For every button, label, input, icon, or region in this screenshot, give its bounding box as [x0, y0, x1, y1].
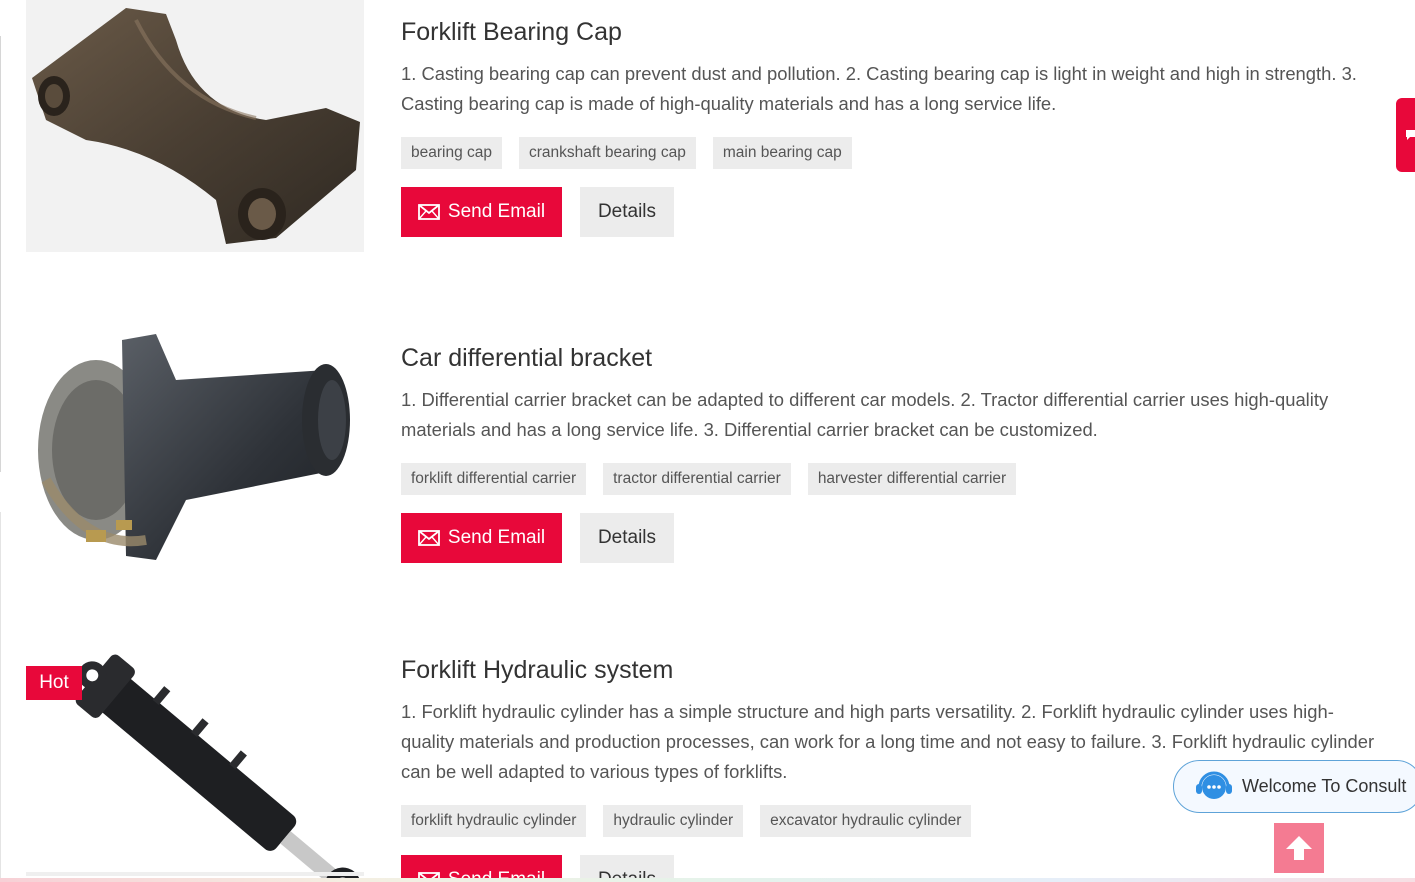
envelope-icon — [418, 530, 440, 546]
chat-bubble-icon — [1406, 130, 1415, 140]
consult-label: Welcome To Consult — [1242, 776, 1407, 796]
product-tag[interactable]: hydraulic cylinder — [603, 805, 744, 837]
bottom-decor-line — [0, 878, 1415, 882]
left-divider — [0, 36, 1, 472]
product-tag[interactable]: tractor differential carrier — [603, 463, 791, 495]
product-tag[interactable]: forklift hydraulic cylinder — [401, 805, 587, 837]
envelope-icon — [418, 204, 440, 220]
product-description: 1. Casting bearing cap can prevent dust … — [401, 63, 1357, 114]
hot-badge: Hot — [26, 666, 82, 700]
send-email-label: Send Email — [447, 201, 546, 222]
product-title[interactable]: Car differential bracket — [401, 343, 1376, 373]
bearing-cap-photo — [26, 0, 364, 252]
product-tag[interactable]: crankshaft bearing cap — [519, 137, 696, 169]
product-image[interactable] — [26, 320, 364, 572]
tag-list: forklift differential carrier tractor di… — [401, 463, 1376, 495]
product-tag[interactable]: forklift differential carrier — [401, 463, 587, 495]
product-description: 1. Differential carrier bracket can be a… — [401, 389, 1329, 440]
tag-list: bearing cap crankshaft bearing cap main … — [401, 137, 1376, 169]
product-image[interactable] — [26, 0, 364, 252]
product-tag[interactable]: bearing cap — [401, 137, 503, 169]
product-actions: Send Email Details — [401, 513, 1376, 563]
differential-bracket-photo — [26, 320, 364, 572]
details-label: Details — [597, 201, 657, 222]
arrow-up-icon — [1286, 836, 1312, 860]
send-email-button[interactable]: Send Email — [401, 187, 562, 237]
product-title[interactable]: Forklift Hydraulic system — [401, 655, 1376, 685]
headset-icon — [1196, 771, 1232, 799]
product-tag[interactable]: main bearing cap — [712, 137, 852, 169]
product-list-page: Forklift Bearing Cap 1. Casting bearing … — [0, 0, 1415, 882]
details-button[interactable]: Details — [580, 187, 674, 237]
send-email-button[interactable]: Send Email — [401, 513, 562, 563]
left-divider — [0, 512, 1, 882]
back-to-top-button[interactable] — [1274, 823, 1324, 873]
details-label: Details — [597, 527, 657, 548]
product-actions: Send Email Details — [401, 187, 1376, 237]
consult-widget[interactable]: Welcome To Consult — [1173, 760, 1415, 813]
send-email-label: Send Email — [447, 527, 546, 548]
side-chat-tab[interactable] — [1396, 98, 1415, 172]
product-tag[interactable]: harvester differential carrier — [807, 463, 1017, 495]
product-title[interactable]: Forklift Bearing Cap — [401, 17, 1376, 47]
details-button[interactable]: Details — [580, 513, 674, 563]
product-tag[interactable]: excavator hydraulic cylinder — [760, 805, 972, 837]
